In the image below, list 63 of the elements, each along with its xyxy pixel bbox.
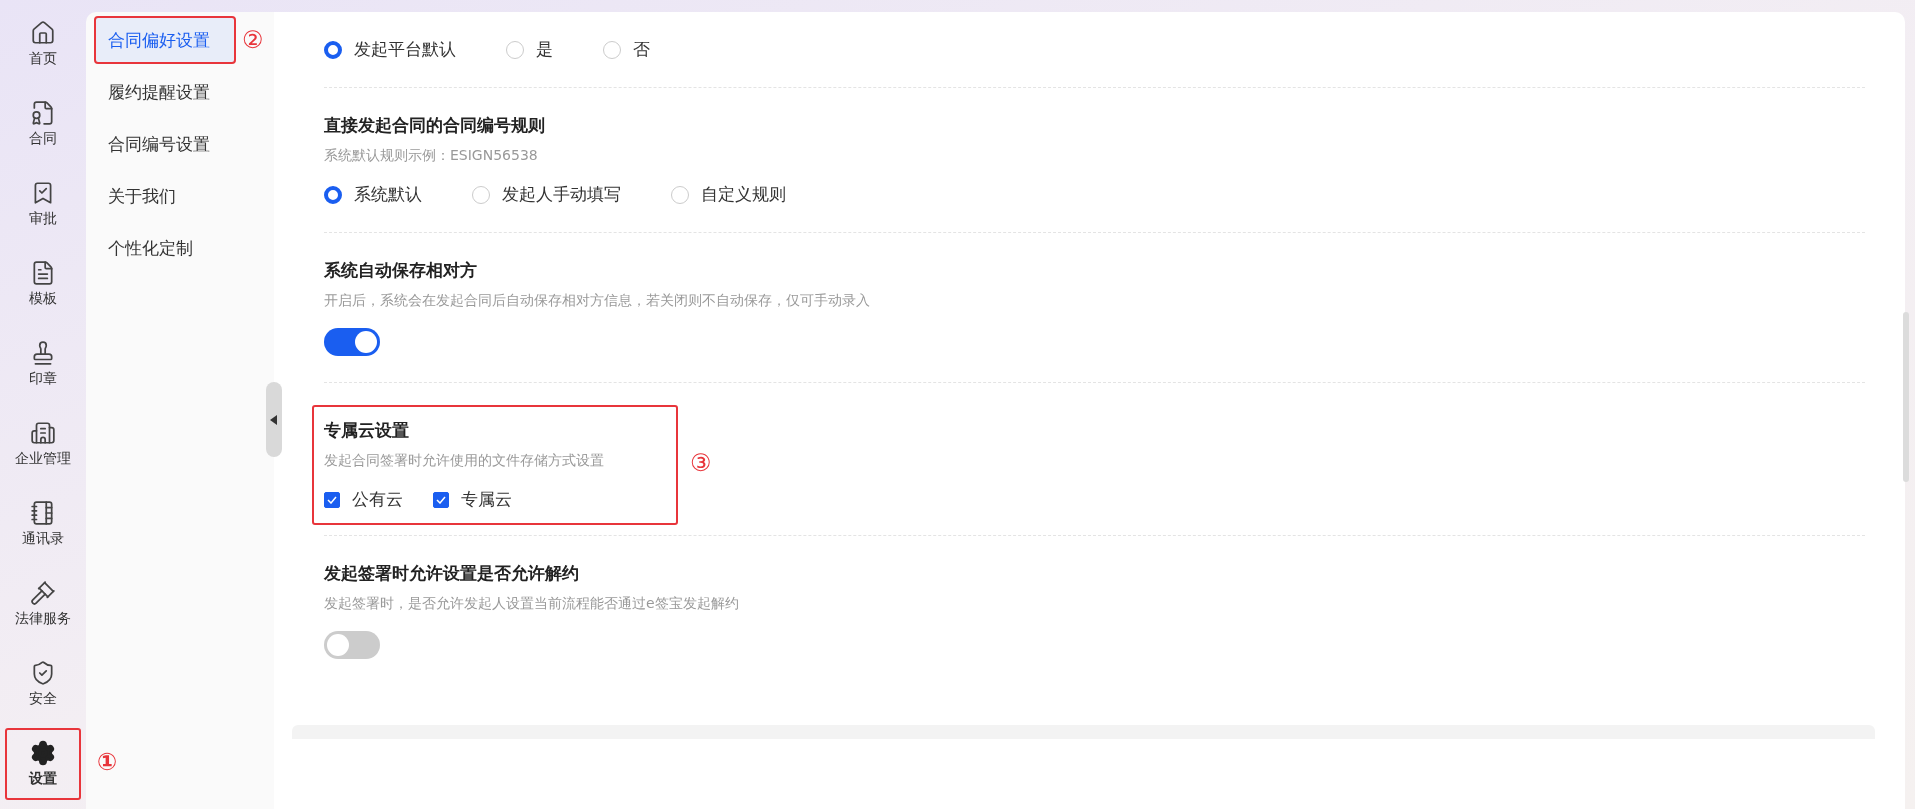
radio-button[interactable]: [324, 40, 342, 59]
nav-icon: [30, 580, 56, 606]
radio-option[interactable]: 发起人手动填写: [472, 183, 621, 206]
submenu-item[interactable]: 合同偏好设置: [94, 16, 236, 64]
annotation-number: ②: [242, 26, 264, 54]
nav-icon: [30, 740, 56, 766]
radio-option[interactable]: 否: [603, 38, 650, 61]
checkmark-icon: [436, 495, 446, 504]
annotation-number: ③: [690, 449, 712, 477]
triangle-left-icon: [270, 414, 278, 425]
section-description: 开启后，系统会在发起合同后自动保存相对方信息，若关闭则不自动保存，仅可手动录入: [324, 292, 870, 310]
toggle-switch[interactable]: [324, 631, 380, 659]
nav-item[interactable]: 模板: [5, 248, 81, 320]
radio-option[interactable]: 系统默认: [324, 183, 422, 206]
section-title: 发起签署时允许设置是否允许解约: [324, 562, 580, 585]
nav-label: 合同: [29, 130, 57, 148]
radio-button[interactable]: [324, 185, 342, 204]
toggle-switch[interactable]: [324, 328, 380, 356]
nav-item[interactable]: 法律服务: [5, 568, 81, 640]
nav-label: 安全: [29, 690, 57, 708]
nav-label: 企业管理: [15, 450, 71, 468]
nav-item[interactable]: 安全: [5, 648, 81, 720]
annotation-number: ①: [97, 748, 118, 776]
nav-item[interactable]: 审批: [5, 168, 81, 240]
section-title: 专属云设置: [324, 419, 410, 442]
nav-label: 首页: [29, 50, 57, 68]
nav-icon: [30, 100, 56, 126]
scrollbar[interactable]: [1903, 312, 1909, 482]
nav-icon: [30, 660, 56, 686]
checkbox-option[interactable]: 公有云: [324, 488, 403, 511]
checkbox-option[interactable]: 专属云: [433, 488, 512, 511]
checkmark-icon: [327, 495, 337, 504]
checkbox[interactable]: [324, 491, 340, 508]
nav-label: 设置: [29, 770, 57, 788]
nav-item[interactable]: 合同: [5, 88, 81, 160]
section-title: 直接发起合同的合同编号规则: [324, 114, 546, 137]
nav-icon: [30, 340, 56, 366]
nav-item[interactable]: 企业管理: [5, 408, 81, 480]
radio-option[interactable]: 自定义规则: [671, 183, 786, 206]
submenu-item[interactable]: 个性化定制: [94, 224, 266, 272]
nav-icon: [30, 20, 56, 46]
nav-label: 法律服务: [15, 610, 71, 628]
nav-icon: [30, 260, 56, 286]
submenu-item[interactable]: 关于我们: [94, 172, 266, 220]
nav-item[interactable]: 首页: [5, 8, 81, 80]
submenu-item[interactable]: 合同编号设置: [94, 120, 266, 168]
section-title: 系统自动保存相对方: [324, 259, 478, 282]
nav-label: 模板: [29, 290, 57, 308]
nav-icon: [30, 420, 56, 446]
section-description: 发起合同签署时允许使用的文件存储方式设置: [324, 452, 605, 470]
collapse-handle[interactable]: [266, 382, 282, 457]
nav-item[interactable]: 印章: [5, 328, 81, 400]
nav-label: 印章: [29, 370, 57, 388]
section-description: 系统默认规则示例：ESIGN56538: [324, 147, 539, 165]
radio-option[interactable]: 发起平台默认: [324, 38, 456, 61]
radio-option[interactable]: 是: [506, 38, 553, 61]
section-description: 发起签署时，是否允许发起人设置当前流程能否通过e签宝发起解约: [324, 595, 739, 613]
checkbox[interactable]: [433, 491, 449, 508]
nav-label: 审批: [29, 210, 57, 228]
nav-item[interactable]: 通讯录: [5, 488, 81, 560]
nav-icon: [30, 500, 56, 526]
submenu-item[interactable]: 履约提醒设置: [94, 68, 266, 116]
nav-label: 通讯录: [22, 530, 64, 548]
